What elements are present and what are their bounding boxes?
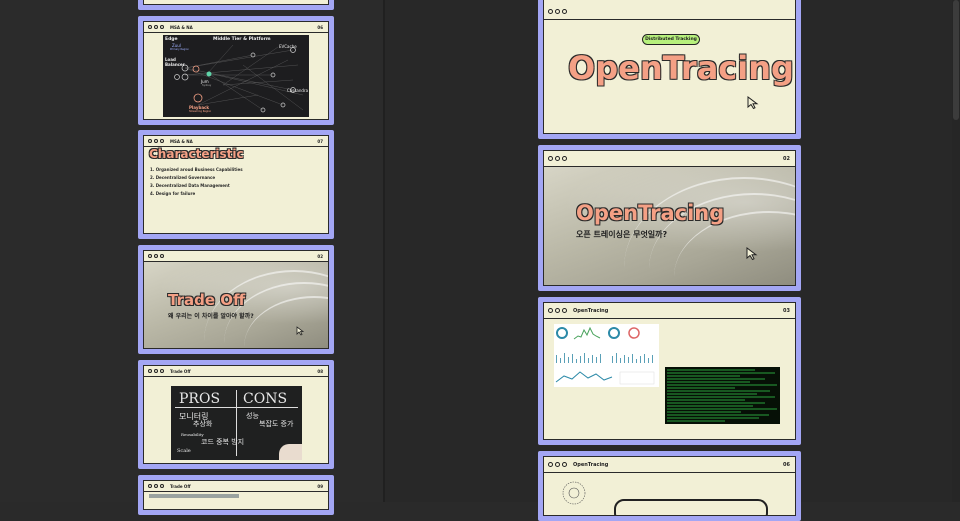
slide-preview-opentracing-dashboard[interactable]: OpenTracing 03	[538, 297, 801, 445]
slide-canvas	[143, 0, 329, 5]
slide-preview-pane[interactable]: Distributed Tracking OpenTracing 02 Open…	[385, 0, 960, 521]
slide-header: OpenTracing 06	[544, 457, 795, 473]
slide-preview-opentracing-06[interactable]: OpenTracing 06	[538, 451, 801, 521]
slide-page-number: 06	[783, 461, 790, 468]
label-zuul-sub: Primary Region	[170, 48, 190, 51]
cursor-arrow-icon	[746, 247, 758, 261]
slide-header: 02	[544, 151, 795, 167]
slide-page-number: 07	[317, 138, 323, 144]
slide-canvas: MSA & NA 06 Edge Middle Tier & Platform …	[143, 21, 329, 120]
slide-header	[544, 4, 795, 20]
slide-header: Trade Off 09	[144, 481, 328, 492]
scrollbar-thumb[interactable]	[953, 0, 959, 120]
chalk-hand	[279, 444, 302, 460]
slide-canvas: OpenTracing 06	[543, 456, 796, 516]
label-edge: Edge	[165, 37, 178, 42]
pros-label: PROS	[179, 391, 221, 407]
background-photo	[544, 167, 795, 285]
slide-canvas: Trade Off 09	[143, 480, 329, 510]
window-dots-icon	[148, 484, 164, 488]
slide-section-label: OpenTracing	[573, 307, 609, 314]
cons-label: CONS	[243, 391, 288, 407]
window-dots-icon	[148, 369, 164, 373]
slide-header: MSA & NA 07	[144, 136, 328, 147]
chalk-text: 코드 중복 방지	[201, 438, 245, 446]
characteristic-list: 1. Organized aroud Business Capabilities…	[150, 166, 243, 198]
dashboard-widgets	[555, 326, 655, 385]
slide-thumbnail-trade-off[interactable]: 02 Trade Off 왜 우리는 이 차이를 알아야 할까?	[138, 245, 334, 354]
slide-header: OpenTracing 03	[544, 303, 795, 319]
cursor-arrow-icon	[747, 96, 759, 110]
slide-thumbnail-pane[interactable]: MSA & NA 06 Edge Middle Tier & Platform …	[0, 0, 383, 515]
slide-section-label: Trade Off	[170, 368, 191, 374]
window-dots-icon	[148, 254, 164, 258]
slide-page-number: 02	[783, 155, 790, 162]
chalk-text: 복잡도 증가	[259, 420, 294, 428]
window-dots-icon	[548, 462, 567, 467]
slide-title: Characteristic	[149, 147, 244, 161]
slide-subtitle: 왜 우리는 이 차이를 알아야 할까?	[168, 313, 254, 320]
slide-preview-opentracing-cover[interactable]: Distributed Tracking OpenTracing	[538, 0, 801, 139]
slide-thumbnail-partial[interactable]	[138, 0, 334, 10]
slide-page-number: 03	[783, 307, 790, 314]
slide-thumbnail-architecture[interactable]: MSA & NA 06 Edge Middle Tier & Platform …	[138, 16, 334, 125]
slide-section-label: OpenTracing	[573, 461, 609, 468]
window-dots-icon	[548, 156, 567, 161]
slide-page-number: 02	[317, 253, 323, 259]
slide-section-label: MSA & NA	[170, 138, 193, 144]
slide-thumbnail-trade-off-2[interactable]: Trade Off 09	[138, 475, 334, 515]
label-jum-sub: Sydney	[202, 84, 212, 87]
sketch-illustration	[562, 481, 586, 505]
slide-canvas: 02 OpenTracing 오픈 트레이싱은 무엇일까?	[543, 150, 796, 286]
slide-canvas: Trade Off 08 PROS CONS 모니터링 추상화 성능 복잡도 증…	[143, 365, 329, 464]
chalkboard-image: PROS CONS 모니터링 추상화 성능 복잡도 증가 Reusability…	[171, 386, 302, 460]
cursor-arrow-icon	[296, 326, 304, 336]
window-dots-icon	[548, 9, 567, 14]
slide-page-number: 08	[317, 368, 323, 374]
slide-section-label: Trade Off	[170, 483, 191, 489]
slide-canvas: OpenTracing 03	[543, 302, 796, 440]
slide-section-label: MSA & NA	[170, 24, 193, 30]
slide-subtitle: 오픈 트레이싱은 무엇일까?	[576, 230, 668, 239]
label-load-balancer: Load Balancer	[165, 57, 185, 67]
slide-header: Trade Off 08	[144, 366, 328, 377]
slide-preview-opentracing-question[interactable]: 02 OpenTracing 오픈 트레이싱은 무엇일까?	[538, 145, 801, 291]
list-item: 1. Organized aroud Business Capabilities	[150, 167, 243, 172]
slide-page-number: 06	[317, 24, 323, 30]
slide-header: MSA & NA 06	[144, 22, 328, 33]
slide-page-number: 09	[317, 483, 323, 489]
log-lines	[667, 369, 777, 422]
slide-thumbnail-characteristic[interactable]: MSA & NA 07 Characteristic 1. Organized …	[138, 130, 334, 239]
slide-canvas: 02 Trade Off 왜 우리는 이 차이를 알아야 할까?	[143, 250, 329, 349]
slide-canvas: MSA & NA 07 Characteristic 1. Organized …	[143, 135, 329, 234]
chalk-text: 추상화	[193, 420, 213, 428]
slide-image-strip	[149, 494, 239, 498]
slide-header: 02	[144, 251, 328, 262]
window-dots-icon	[148, 139, 164, 143]
slide-title: OpenTracing	[576, 201, 725, 225]
label-playback-sub: Streaming Region	[189, 110, 212, 113]
list-item: 3. Decentralized Data Management	[150, 183, 230, 188]
slide-thumbnail-pros-cons[interactable]: Trade Off 08 PROS CONS 모니터링 추상화 성능 복잡도 증…	[138, 360, 334, 469]
label-cassandra: Cassandra	[287, 88, 309, 93]
list-item: 4. Design for failure	[150, 191, 196, 196]
chalk-text: 성능	[246, 412, 259, 420]
slide-canvas: Distributed Tracking OpenTracing	[543, 0, 796, 134]
scrollbar[interactable]	[952, 0, 960, 502]
list-item: 2. Decentralized Governance	[150, 175, 216, 180]
slide-title: OpenTracing	[568, 49, 794, 87]
label-evcache: EVCache	[279, 44, 297, 49]
window-dots-icon	[148, 25, 164, 29]
slide-title: Trade Off	[168, 291, 246, 309]
topic-badge: Distributed Tracking	[642, 34, 700, 45]
window-dots-icon	[548, 308, 567, 313]
dashboard-screenshot	[554, 324, 659, 387]
terminal-log-screenshot	[665, 367, 780, 424]
chalk-text: Scale	[177, 448, 191, 454]
label-middle-tier: Middle Tier & Platform	[213, 37, 271, 42]
architecture-diagram: Edge Middle Tier & Platform Zuul Primary…	[163, 35, 309, 117]
